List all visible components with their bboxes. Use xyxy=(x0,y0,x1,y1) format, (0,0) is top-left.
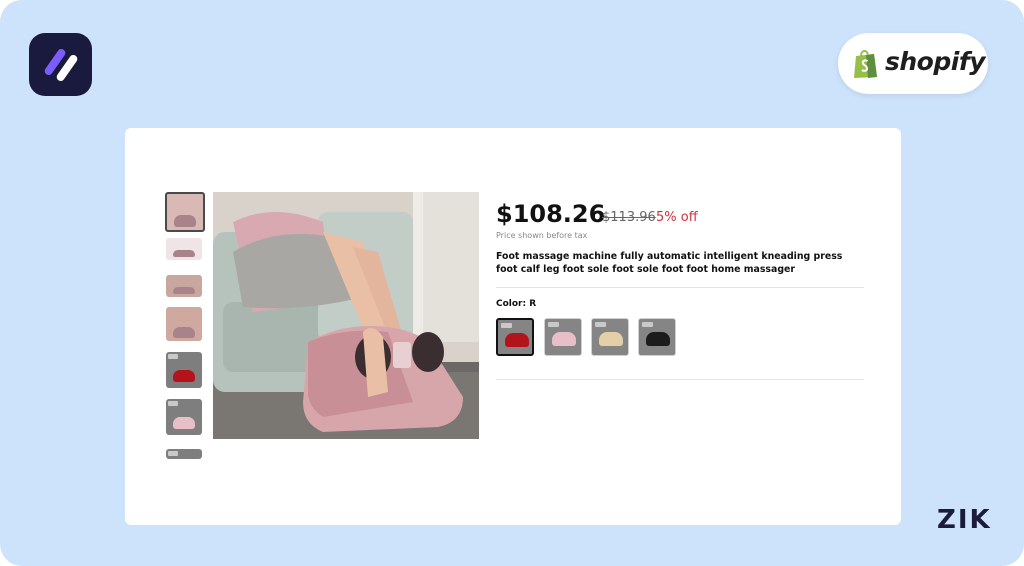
current-price: $108.26 xyxy=(496,200,606,228)
app-logo-icon xyxy=(29,33,92,96)
thumbnail-2[interactable] xyxy=(166,238,202,260)
shopify-bag-icon xyxy=(854,50,877,78)
original-price: $113.96 xyxy=(602,210,656,225)
product-title: Foot massage machine fully automatic int… xyxy=(496,251,843,275)
price-note: Price shown before tax xyxy=(496,231,588,240)
thumbnail-4[interactable] xyxy=(166,307,202,341)
shopify-wordmark: shopify xyxy=(885,47,986,76)
thumbnail-7[interactable] xyxy=(166,449,202,459)
color-label: Color: R xyxy=(496,299,537,309)
divider xyxy=(496,379,864,380)
zik-logo: ZIK xyxy=(937,505,992,535)
main-product-image xyxy=(213,192,479,439)
presentation-frame: shopify $108.26 $113.96 5% off Price sho… xyxy=(0,0,1024,566)
black-swatch[interactable] xyxy=(638,318,676,356)
thumbnail-5[interactable] xyxy=(166,352,202,388)
divider xyxy=(496,287,864,288)
shopify-badge: shopify xyxy=(838,33,988,94)
discount-label: 5% off xyxy=(656,210,698,225)
red-swatch[interactable] xyxy=(496,318,534,356)
thumbnail-1[interactable] xyxy=(165,192,205,232)
product-card: $108.26 $113.96 5% off Price shown befor… xyxy=(125,128,901,525)
pink-swatch[interactable] xyxy=(544,318,582,356)
champagne-swatch[interactable] xyxy=(591,318,629,356)
thumbnail-6[interactable] xyxy=(166,399,202,435)
thumbnail-3[interactable] xyxy=(166,275,202,297)
